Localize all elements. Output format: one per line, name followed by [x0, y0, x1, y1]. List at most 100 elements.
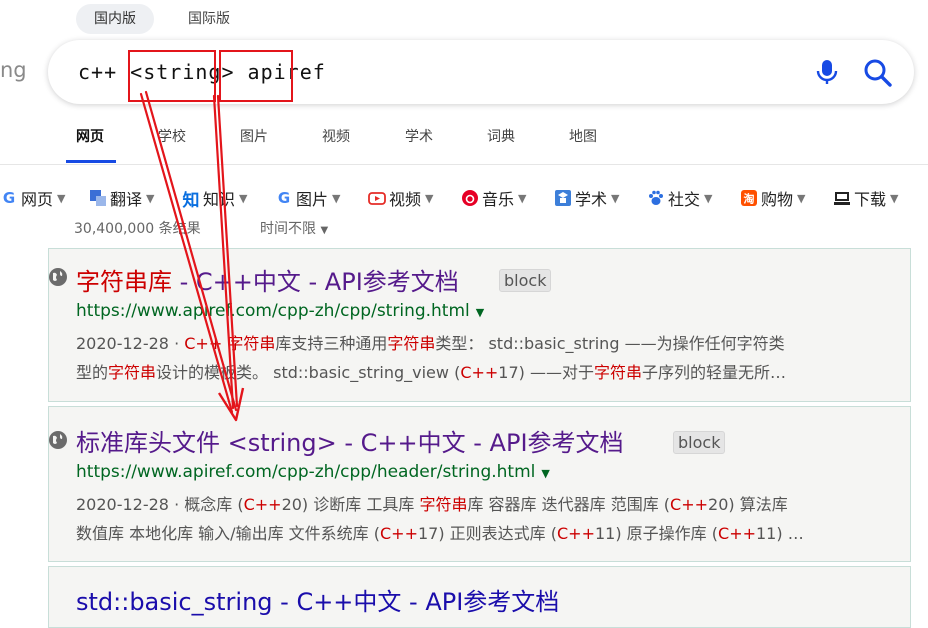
- snippet-text: 设计的模板类。 std::basic_string_view (: [156, 363, 461, 382]
- tab-web[interactable]: 网页: [76, 126, 104, 146]
- filter-label: 网页: [21, 190, 54, 209]
- snippet-keyword: C++: [718, 524, 756, 543]
- chevron-down-icon: ▼: [425, 191, 434, 205]
- tab-videos[interactable]: 视频: [322, 126, 350, 146]
- result-snippet: 2020-12-28 · 概念库 (C++20) 诊断库 工具库 字符串库 容器…: [76, 490, 876, 548]
- snippet-text: 型的: [76, 363, 109, 382]
- filter-music[interactable]: 音乐 ▼: [461, 187, 526, 209]
- result-url-text: https://www.apiref.com/cpp-zh/cpp/header…: [76, 462, 536, 482]
- locale-tab-international[interactable]: 国际版: [170, 4, 248, 34]
- filter-label: 图片: [296, 190, 329, 209]
- snippet-text: 17) ——对于: [498, 363, 594, 382]
- filter-label: 音乐: [482, 190, 515, 209]
- download-icon: [833, 189, 851, 207]
- chevron-down-icon: ▼: [890, 191, 899, 205]
- snippet-keyword: 字符串: [419, 495, 468, 514]
- netease-music-icon: [461, 189, 479, 207]
- snippet-text: 11) 原子操作库 (: [594, 524, 719, 543]
- snippet-text: 2020-12-28 · 概念库 (: [76, 495, 244, 514]
- snippet-keyword: 字符串: [227, 334, 276, 353]
- snippet-keyword: 字符串: [594, 363, 643, 382]
- tab-academic[interactable]: 学术: [405, 126, 433, 146]
- result-url[interactable]: https://www.apiref.com/cpp-zh/cpp/string…: [76, 301, 484, 321]
- snippet-keyword: 字符串: [108, 363, 157, 382]
- block-button[interactable]: block: [499, 269, 552, 292]
- snippet-line-2: 型的字符串设计的模板类。 std::basic_string_view (C++…: [76, 358, 876, 387]
- snippet-text: 20) 算法库: [708, 495, 788, 514]
- globe-icon: [49, 431, 67, 449]
- taobao-icon: 淘: [740, 189, 758, 207]
- filter-social[interactable]: 社交 ▼: [647, 187, 712, 209]
- filter-label: 翻译: [110, 190, 143, 209]
- snippet-keyword: C++: [670, 495, 709, 514]
- chevron-down-icon: ▼: [320, 225, 329, 236]
- time-filter-dropdown[interactable]: 时间不限 ▼: [260, 218, 328, 238]
- chevron-down-icon: ▼: [57, 191, 66, 205]
- filter-label: 购物: [761, 190, 794, 209]
- filter-videos[interactable]: 视频 ▼: [368, 187, 433, 209]
- locale-tab-domestic[interactable]: 国内版: [76, 4, 154, 34]
- filter-knowledge[interactable]: 知知识 ▼: [182, 187, 248, 211]
- tab-school[interactable]: 学校: [158, 126, 186, 146]
- translate-icon: [89, 189, 107, 207]
- google-g-icon: G: [277, 189, 291, 207]
- snippet-keyword: C++: [557, 524, 595, 543]
- tab-maps[interactable]: 地图: [569, 126, 597, 146]
- result-title-link[interactable]: 标准库头文件 <string> - C++中文 - API参考文档: [76, 423, 624, 458]
- microphone-icon[interactable]: [812, 57, 842, 87]
- chevron-down-icon: ▼: [797, 191, 806, 205]
- chevron-down-icon[interactable]: ▼: [541, 467, 549, 480]
- baidu-paw-icon: [647, 189, 665, 207]
- filter-web[interactable]: G 网页 ▼: [0, 187, 66, 209]
- snippet-line-2: 数值库 本地化库 输入/输出库 文件系统库 (C++17) 正则表达式库 (C+…: [76, 519, 876, 548]
- time-filter-label: 时间不限: [260, 221, 316, 237]
- filter-label: 知识: [203, 190, 236, 209]
- snippet-line-1: 2020-12-28 · C++ 字符串库支持三种通用字符串类型： std::b…: [76, 329, 876, 358]
- snippet-line-1: 2020-12-28 · 概念库 (C++20) 诊断库 工具库 字符串库 容器…: [76, 490, 876, 519]
- chevron-down-icon: ▼: [704, 191, 713, 205]
- snippet-keyword: C++: [379, 524, 418, 543]
- snippet-text: 2020-12-28 ·: [76, 334, 185, 353]
- filter-label: 社交: [668, 190, 701, 209]
- brand-logo-fragment: ng: [0, 58, 27, 82]
- title-highlight: 字符串库: [76, 268, 172, 296]
- snippet-text: 类型： std::basic_string ——为操作任何字符类: [435, 334, 785, 353]
- snippet-text: 20) 诊断库 工具库: [281, 495, 420, 514]
- filter-label: 视频: [389, 190, 422, 209]
- tab-dictionary[interactable]: 词典: [487, 126, 515, 146]
- search-icon[interactable]: [862, 57, 894, 89]
- globe-icon: [49, 268, 67, 286]
- filter-label: 下载: [854, 190, 887, 209]
- header-divider: [0, 164, 928, 165]
- query-prefix: c++: [78, 60, 131, 84]
- zhihu-icon: 知: [182, 190, 200, 211]
- tab-images[interactable]: 图片: [240, 126, 268, 146]
- annotation-box-apiref: [219, 50, 293, 102]
- filter-label: 学术: [575, 190, 608, 209]
- snippet-keyword: C++: [243, 495, 282, 514]
- filter-images[interactable]: G 图片 ▼: [275, 187, 341, 209]
- chevron-down-icon[interactable]: ▼: [476, 306, 484, 319]
- filter-shopping[interactable]: 淘购物 ▼: [740, 187, 805, 209]
- filter-translate[interactable]: 翻译 ▼: [89, 187, 154, 209]
- chevron-down-icon: ▼: [239, 191, 248, 205]
- snippet-text: 数值库 本地化库 输入/输出库 文件系统库 (: [76, 524, 380, 543]
- youtube-icon: [368, 189, 386, 207]
- snippet-text: 子序列的轻量无所…: [642, 363, 787, 382]
- snippet-keyword: C++: [460, 363, 499, 382]
- filter-download[interactable]: 下载 ▼: [833, 187, 898, 209]
- block-button[interactable]: block: [673, 431, 726, 454]
- result-url[interactable]: https://www.apiref.com/cpp-zh/cpp/header…: [76, 462, 550, 482]
- google-g-icon: G: [2, 189, 16, 207]
- filter-academic[interactable]: 学术 ▼: [554, 187, 619, 209]
- snippet-text: 11) …: [756, 524, 804, 543]
- chevron-down-icon: ▼: [518, 191, 527, 205]
- result-url-text: https://www.apiref.com/cpp-zh/cpp/string…: [76, 301, 470, 321]
- chevron-down-icon: ▼: [611, 191, 620, 205]
- annotation-box-string: [128, 50, 216, 102]
- snippet-text: 17) 正则表达式库 (: [417, 524, 557, 543]
- result-title-link[interactable]: 字符串库 - C++中文 - API参考文档: [76, 262, 459, 297]
- title-rest: - C++中文 - API参考文档: [172, 268, 459, 296]
- svg-text:淘: 淘: [744, 192, 755, 206]
- chevron-down-icon: ▼: [332, 191, 341, 205]
